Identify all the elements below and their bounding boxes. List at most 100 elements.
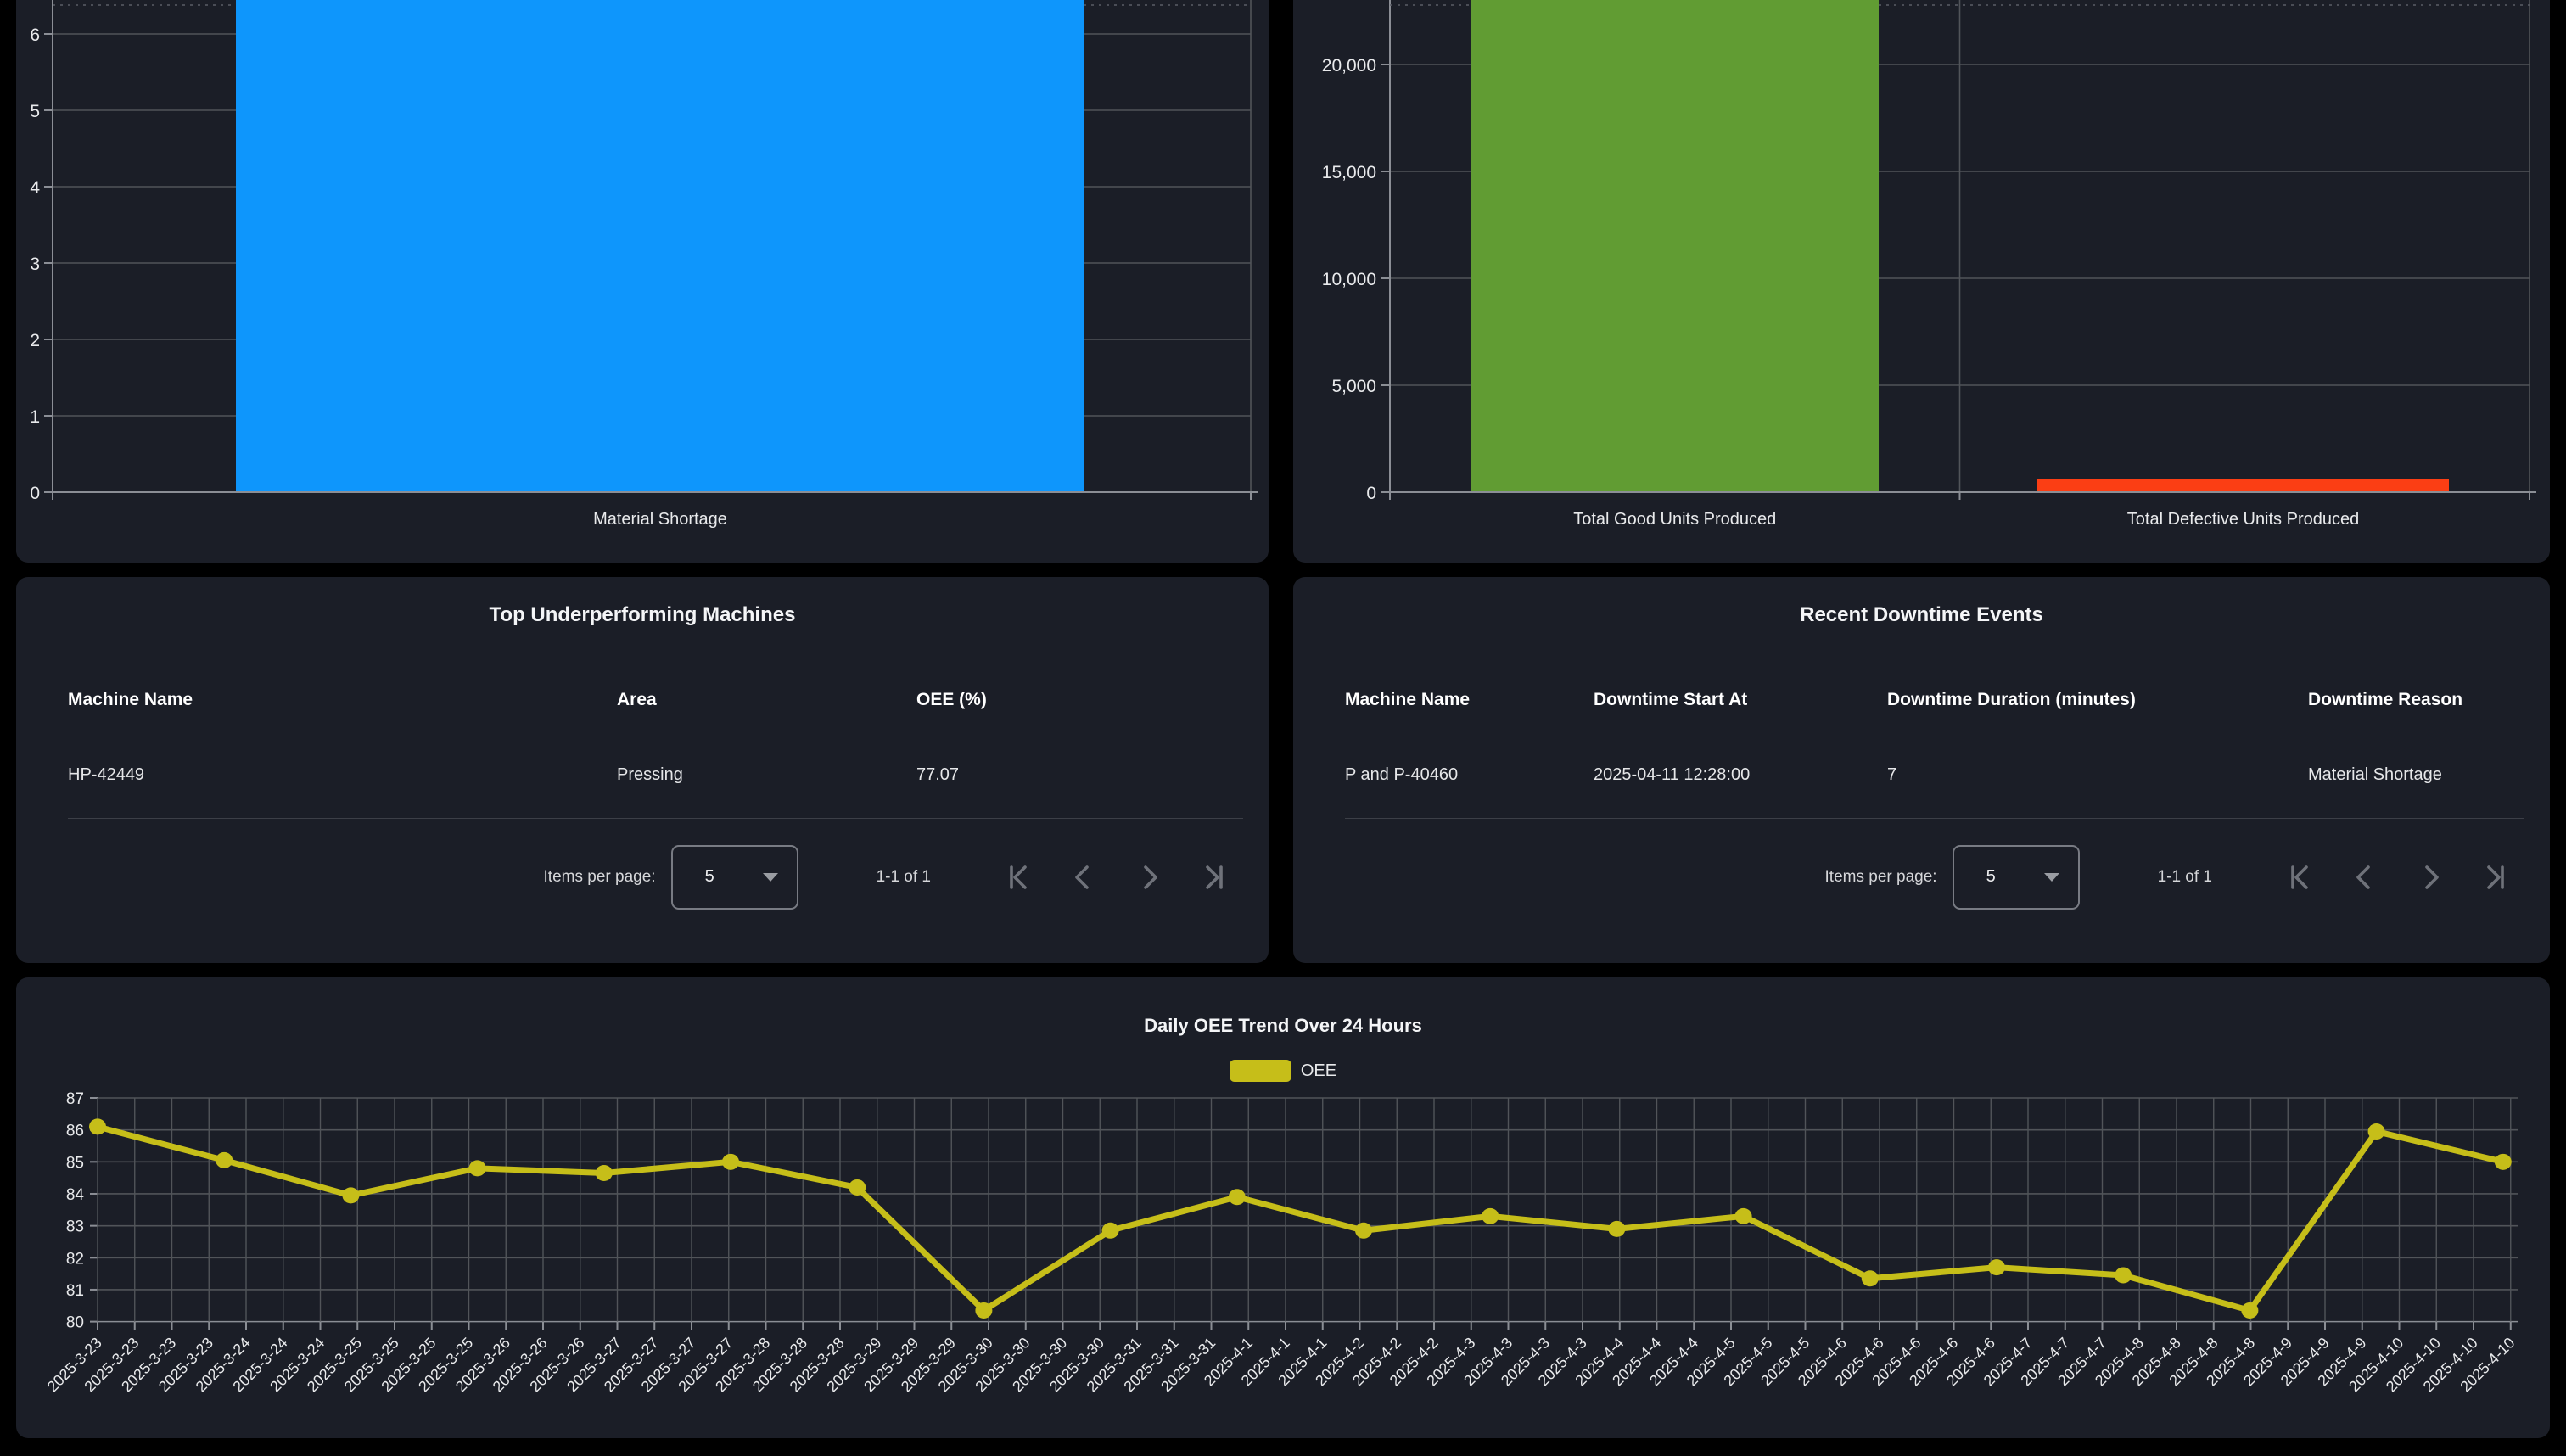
oee-data-point[interactable] [1229, 1189, 1246, 1205]
oee-data-point[interactable] [1355, 1223, 1372, 1239]
chevron-right-icon [1136, 865, 1162, 890]
chevron-left-icon [2352, 865, 2378, 890]
chevron-right-icon [2418, 865, 2443, 890]
y-axis-tick-label: 3 [30, 255, 40, 274]
oee-data-point[interactable] [216, 1152, 233, 1168]
table-cell: Material Shortage [2308, 764, 2524, 786]
oee-data-point[interactable] [469, 1160, 486, 1176]
table-cell: 2025-04-11 12:28:00 [1594, 764, 1887, 786]
y-axis-tick-label: 85 [66, 1154, 84, 1172]
bar-total-defective-units-produced[interactable] [2037, 479, 2449, 492]
chevron-left-icon [1071, 865, 1096, 890]
oee-data-point[interactable] [596, 1165, 613, 1181]
items-per-page-value: 5 [1986, 867, 1996, 887]
paginator: Items per page: 5 1-1 of 1 [16, 844, 1269, 910]
oee-data-point[interactable] [1735, 1208, 1752, 1224]
items-per-page-select[interactable]: 5 [671, 845, 798, 910]
chart-title: Daily OEE Trend Over 24 Hours [16, 1015, 2550, 1037]
oee-data-point[interactable] [1988, 1259, 2005, 1275]
x-axis-category-label: Total Defective Units Produced [2127, 510, 2359, 529]
chevron-down-icon [2044, 873, 2059, 882]
first-page-icon [1006, 865, 1031, 890]
column-header: Machine Name [1345, 689, 1594, 711]
legend-label: OEE [1301, 1061, 1336, 1081]
previous-page-button[interactable] [1050, 844, 1116, 910]
paginator-range-label: 1-1 of 1 [2158, 868, 2212, 887]
y-axis-tick-label: 83 [66, 1218, 84, 1236]
y-axis-tick-label: 10,000 [1322, 270, 1376, 289]
next-page-button[interactable] [2397, 844, 2462, 910]
next-page-button[interactable] [1116, 844, 1181, 910]
oee-data-point[interactable] [975, 1302, 992, 1319]
oee-data-point[interactable] [849, 1179, 866, 1196]
last-page-button[interactable] [2462, 844, 2528, 910]
legend-item-oee[interactable]: OEE [16, 1060, 2550, 1082]
downtime-by-reason-chart-panel: 0123456Material Shortage [16, 0, 1269, 563]
production-units-chart[interactable]: 05,00010,00015,00020,000Total Good Units… [1293, 0, 2550, 563]
previous-page-button[interactable] [2332, 844, 2397, 910]
last-page-icon [1202, 865, 1227, 890]
downtime-by-reason-chart[interactable]: 0123456Material Shortage [16, 0, 1269, 563]
table-row: P and P-404602025-04-11 12:28:007Materia… [1345, 764, 2524, 819]
items-per-page-label: Items per page: [1825, 868, 1937, 887]
oee-data-point[interactable] [1102, 1223, 1119, 1239]
last-page-button[interactable] [1181, 844, 1247, 910]
panel-title: Top Underperforming Machines [16, 602, 1269, 628]
y-axis-tick-label: 0 [30, 484, 40, 503]
y-axis-tick-label: 5 [30, 102, 40, 121]
column-header: Downtime Duration (minutes) [1887, 689, 2308, 711]
y-axis-tick-label: 2 [30, 331, 40, 350]
column-header: Area [617, 689, 916, 711]
oee-line-series[interactable] [98, 1127, 2503, 1311]
y-axis-tick-label: 5,000 [1331, 377, 1376, 396]
chevron-down-icon [763, 873, 778, 882]
oee-data-point[interactable] [2495, 1154, 2512, 1170]
y-axis-tick-label: 4 [30, 178, 40, 198]
table-row: HP-42449Pressing77.07 [68, 764, 1243, 819]
column-header: OEE (%) [916, 689, 1243, 711]
paginator: Items per page: 5 1-1 of 1 [1293, 844, 2550, 910]
first-page-button[interactable] [985, 844, 1050, 910]
recent-downtime-events-panel: Recent Downtime Events Machine NameDownt… [1293, 577, 2550, 963]
panel-title: Recent Downtime Events [1293, 602, 2550, 628]
oee-data-point[interactable] [2115, 1268, 2132, 1284]
y-axis-tick-label: 20,000 [1322, 56, 1376, 76]
oee-data-point[interactable] [722, 1154, 739, 1170]
x-axis-category-label: Total Good Units Produced [1573, 510, 1776, 529]
first-page-button[interactable] [2266, 844, 2332, 910]
first-page-icon [2287, 865, 2312, 890]
bar-total-good-units-produced[interactable] [1471, 0, 1879, 492]
oee-data-point[interactable] [1608, 1221, 1625, 1237]
y-axis-tick-label: 6 [30, 25, 40, 45]
y-axis-tick-label: 87 [66, 1090, 84, 1108]
oee-data-point[interactable] [342, 1187, 359, 1203]
oee-data-point[interactable] [89, 1118, 106, 1134]
y-axis-tick-label: 84 [66, 1186, 85, 1204]
items-per-page-value: 5 [705, 867, 714, 887]
table-cell: P and P-40460 [1345, 764, 1594, 786]
y-axis-tick-label: 81 [66, 1282, 84, 1300]
table-body: HP-42449Pressing77.07 [68, 764, 1243, 819]
column-header: Downtime Reason [2308, 689, 2524, 711]
items-per-page-label: Items per page: [544, 868, 656, 887]
legend-swatch [1230, 1060, 1291, 1082]
paginator-range-label: 1-1 of 1 [877, 868, 931, 887]
daily-oee-trend-chart[interactable]: 80818283848586872025-3-232025-3-232025-3… [16, 977, 2550, 1438]
oee-data-point[interactable] [2368, 1123, 2385, 1140]
daily-oee-trend-panel: 80818283848586872025-3-232025-3-232025-3… [16, 977, 2550, 1438]
y-axis-tick-label: 80 [66, 1314, 84, 1332]
table-body: P and P-404602025-04-11 12:28:007Materia… [1345, 764, 2524, 819]
x-axis-category-label: Material Shortage [593, 510, 727, 529]
oee-data-point[interactable] [1862, 1270, 1879, 1286]
y-axis-tick-label: 0 [1366, 484, 1376, 503]
table-cell: HP-42449 [68, 764, 617, 786]
dashboard-page: 0123456Material Shortage 05,00010,00015,… [0, 0, 2566, 1438]
production-units-chart-panel: 05,00010,00015,00020,000Total Good Units… [1293, 0, 2550, 563]
bar-material-shortage[interactable] [236, 0, 1084, 492]
table-header-row: Machine NameDowntime Start AtDowntime Du… [1345, 689, 2524, 711]
items-per-page-select[interactable]: 5 [1953, 845, 2080, 910]
oee-data-point[interactable] [1482, 1208, 1499, 1224]
oee-data-point[interactable] [2241, 1302, 2258, 1319]
table-cell: 77.07 [916, 764, 1243, 786]
y-axis-tick-label: 82 [66, 1250, 84, 1268]
